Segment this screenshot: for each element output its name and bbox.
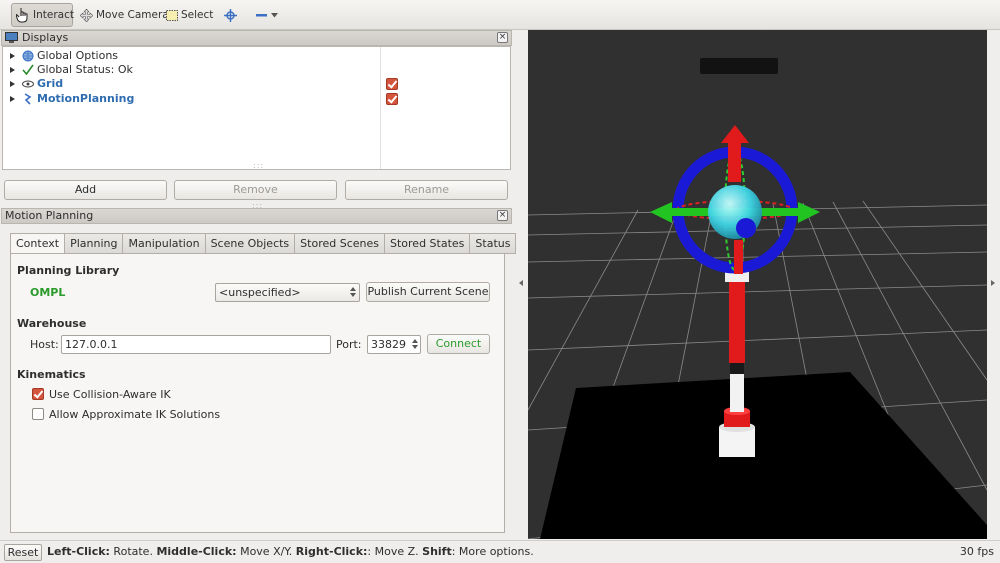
host-input[interactable]: 127.0.0.1 — [61, 335, 331, 354]
collision-aware-ik-checkbox[interactable] — [32, 388, 44, 400]
z-axis-arrow — [721, 125, 749, 143]
approximate-ik-label: Allow Approximate IK Solutions — [49, 408, 221, 421]
motion-planning-panel-header: Motion Planning × — [1, 208, 512, 224]
fps-counter: 30 fps — [959, 545, 994, 558]
add-tool-dropdown[interactable] — [252, 3, 282, 27]
tab-context[interactable]: Context — [10, 233, 66, 254]
shift-label: Shift — [422, 545, 452, 558]
expand-arrow-icon[interactable] — [10, 66, 15, 73]
move-camera-tool-button[interactable]: Move Camera — [76, 3, 173, 27]
displays-title: Displays — [22, 31, 69, 44]
robot-link-lower — [730, 370, 744, 412]
middle-click-action: Move X/Y. — [236, 545, 296, 558]
tree-item-label: Global Status: Ok — [37, 63, 133, 76]
tab-manipulation[interactable]: Manipulation — [123, 233, 206, 254]
planner-select-value: <unspecified> — [219, 286, 301, 299]
select-box-icon — [166, 9, 178, 21]
planning-library-name: OMPL — [30, 286, 66, 299]
tree-item-label: Grid — [37, 77, 64, 90]
x-axis-arrow-right — [798, 202, 820, 223]
tab-stored-states[interactable]: Stored States — [385, 233, 471, 254]
middle-click-label: Middle-Click: — [156, 545, 237, 558]
interact-tool-button[interactable]: Interact — [11, 3, 74, 27]
tree-item-label: Global Options — [37, 49, 119, 62]
tree-item-motion-planning[interactable]: MotionPlanning — [3, 91, 380, 106]
tab-planning[interactable]: Planning — [65, 233, 124, 254]
interact-label: Interact — [33, 9, 74, 21]
spin-arrows-icon[interactable] — [412, 338, 418, 355]
status-bar: Reset Left-Click: Rotate. Middle-Click: … — [0, 540, 1000, 563]
left-click-label: Left-Click: — [47, 545, 110, 558]
select-label: Select — [181, 9, 214, 21]
tab-stored-scenes[interactable]: Stored Scenes — [295, 233, 385, 254]
close-icon[interactable]: × — [497, 210, 508, 221]
tree-column-divider — [380, 47, 381, 169]
globe-icon — [21, 49, 34, 62]
shift-action: : More options. — [451, 545, 534, 558]
motion-planning-icon — [21, 92, 34, 105]
publish-current-scene-button[interactable]: Publish Current Scene — [366, 282, 490, 302]
right-click-label: Right-Click: — [295, 545, 368, 558]
tree-item-global-status[interactable]: Global Status: Ok — [3, 62, 380, 77]
planner-select[interactable]: <unspecified> — [215, 283, 360, 302]
kinematics-heading: Kinematics — [17, 368, 86, 381]
tab-status[interactable]: Status — [470, 233, 517, 254]
chevron-down-icon — [271, 12, 278, 18]
checkmark-icon — [21, 63, 34, 76]
tree-item-global-options[interactable]: Global Options — [3, 48, 380, 63]
add-display-button[interactable]: Add — [4, 180, 167, 200]
planning-library-heading: Planning Library — [17, 264, 120, 277]
motion-planning-tabs: Context Planning Manipulation Scene Obje… — [10, 233, 517, 254]
motion-planning-enabled-checkbox[interactable] — [386, 93, 398, 105]
rename-display-button[interactable]: Rename — [345, 180, 508, 200]
x-axis-arrow-left — [650, 202, 672, 223]
collapse-left-arrow-icon[interactable] — [519, 280, 523, 286]
warehouse-heading: Warehouse — [17, 317, 87, 330]
focus-camera-tool-button[interactable] — [220, 3, 241, 27]
status-hint-text: Left-Click: Rotate. Middle-Click: Move X… — [47, 545, 534, 558]
collision-aware-ik-label: Use Collision-Aware IK — [49, 388, 171, 401]
tree-item-label: MotionPlanning — [37, 92, 135, 105]
resize-grip[interactable]: ::: — [253, 161, 264, 170]
spin-arrows-icon — [350, 286, 356, 303]
port-spinbox[interactable]: 33829 — [367, 335, 421, 354]
crosshair-icon — [224, 8, 237, 22]
expand-arrow-icon[interactable] — [10, 52, 15, 59]
floor-plane — [540, 372, 987, 539]
displays-tree: Global Options Global Status: Ok Grid Mo… — [2, 46, 511, 170]
move-camera-label: Move Camera — [96, 9, 169, 21]
collapse-right-arrow-icon[interactable] — [991, 280, 995, 286]
remove-display-button[interactable]: Remove — [174, 180, 337, 200]
grid-icon — [21, 77, 34, 90]
tree-item-grid[interactable]: Grid — [3, 76, 380, 91]
right-click-action: : Move Z. — [367, 545, 423, 558]
reset-button[interactable]: Reset — [4, 544, 42, 561]
context-tab-panel: Planning Library OMPL <unspecified> Publ… — [10, 253, 505, 533]
toolbar: Interact Move Camera Select — [0, 0, 1000, 30]
approximate-ik-checkbox[interactable] — [32, 408, 44, 420]
host-label: Host: — [30, 338, 59, 351]
grid-enabled-checkbox[interactable] — [386, 78, 398, 90]
expand-arrow-icon[interactable] — [10, 80, 15, 87]
hand-pointer-icon — [16, 7, 30, 23]
move-arrows-icon — [80, 8, 93, 22]
motion-planning-title: Motion Planning — [5, 209, 94, 222]
connect-button[interactable]: Connect — [427, 334, 490, 354]
3d-viewport[interactable] — [528, 30, 987, 539]
close-icon[interactable]: × — [497, 32, 508, 43]
port-label: Port: — [336, 338, 362, 351]
left-click-action: Rotate. — [109, 545, 157, 558]
select-tool-button[interactable]: Select — [162, 3, 217, 27]
overhead-object — [700, 58, 778, 74]
tab-scene-objects[interactable]: Scene Objects — [205, 233, 296, 254]
robot-link-upper — [729, 275, 745, 363]
port-value: 33829 — [371, 338, 406, 351]
render-scene — [528, 58, 987, 539]
expand-arrow-icon[interactable] — [10, 95, 15, 102]
minus-icon — [256, 12, 268, 18]
displays-panel-header: Displays × — [1, 30, 512, 46]
